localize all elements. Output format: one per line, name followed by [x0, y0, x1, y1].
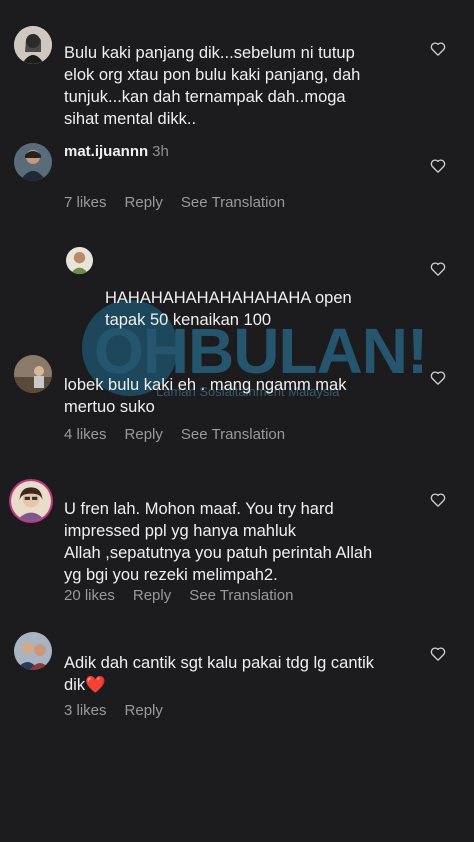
- reply-button[interactable]: Reply: [133, 587, 171, 604]
- like-heart-icon[interactable]: [430, 158, 446, 173]
- username[interactable]: mat.ijuannn: [64, 143, 148, 160]
- likes-count[interactable]: 20 likes: [64, 587, 115, 604]
- like-heart-icon[interactable]: [430, 261, 446, 276]
- comment-text: Adik dah cantik sgt kalu pakai tdg lg ca…: [64, 654, 375, 694]
- avatar[interactable]: [11, 481, 51, 521]
- like-heart-icon[interactable]: [430, 646, 446, 661]
- likes-count[interactable]: 3 likes: [64, 702, 107, 719]
- avatar[interactable]: [14, 355, 52, 393]
- reply-button[interactable]: Reply: [125, 702, 163, 719]
- comment-time: 3h: [152, 143, 169, 160]
- avatar[interactable]: [14, 143, 52, 181]
- like-heart-icon[interactable]: [430, 370, 446, 385]
- like-heart-icon[interactable]: [430, 492, 446, 507]
- reply-button[interactable]: Reply: [125, 194, 163, 211]
- comment-actions: 4 likes Reply See Translation: [64, 426, 285, 443]
- comment-text: lobek bulu kaki eh . mang ngamm mak mert…: [64, 376, 347, 416]
- comment-text: HAHAHAHAHAHAHAHAHA open tapak 50 kenaika…: [105, 289, 352, 329]
- likes-count[interactable]: 4 likes: [64, 426, 107, 443]
- reply-button[interactable]: Reply: [125, 426, 163, 443]
- comment-text: U fren lah. Mohon maaf. You try hard imp…: [64, 500, 373, 584]
- avatar[interactable]: [14, 632, 52, 670]
- comment-text: Bulu kaki panjang dik...sebelum ni tutup…: [64, 44, 361, 128]
- see-translation-button[interactable]: See Translation: [181, 426, 285, 443]
- avatar[interactable]: [66, 247, 93, 274]
- avatar[interactable]: [14, 26, 52, 64]
- likes-count[interactable]: 7 likes: [64, 194, 107, 211]
- comment-username[interactable]: mat.ijuannn 3h: [64, 143, 169, 160]
- comment-actions: 7 likes Reply See Translation: [64, 194, 285, 211]
- like-heart-icon[interactable]: [430, 41, 446, 56]
- see-translation-button[interactable]: See Translation: [181, 194, 285, 211]
- comment-actions: 3 likes Reply: [64, 702, 163, 719]
- comment-actions: 20 likes Reply See Translation: [64, 587, 293, 604]
- see-translation-button[interactable]: See Translation: [189, 587, 293, 604]
